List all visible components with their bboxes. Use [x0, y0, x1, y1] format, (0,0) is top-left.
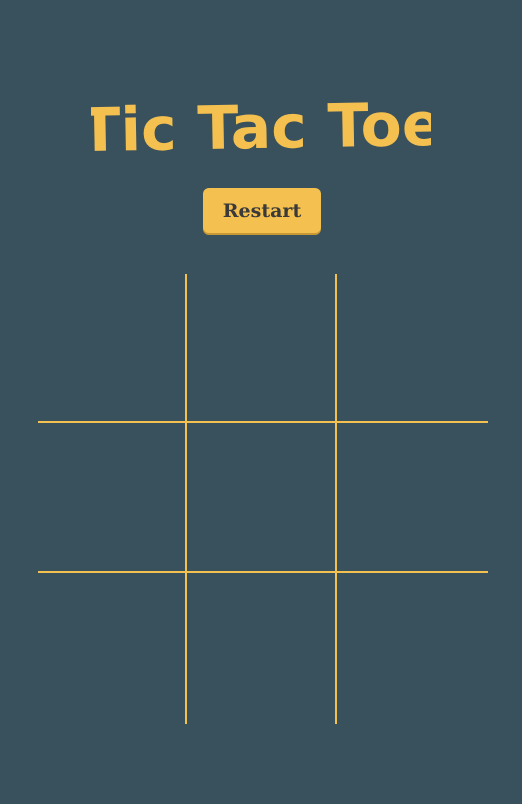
title-lettering: Tic Tac Toe — [91, 90, 431, 166]
board-cell-6[interactable] — [337, 423, 488, 573]
game-board — [38, 274, 488, 724]
title-text: Tic Tac Toe — [91, 90, 431, 166]
board-cell-1[interactable] — [38, 274, 187, 423]
board-cell-8[interactable] — [187, 573, 337, 724]
restart-button[interactable]: Restart — [203, 188, 321, 233]
board-cell-9[interactable] — [337, 573, 488, 724]
board-cell-4[interactable] — [38, 423, 187, 573]
board-cell-2[interactable] — [187, 274, 337, 423]
game-title: Tic Tac Toe — [0, 88, 522, 168]
board-cell-3[interactable] — [337, 274, 488, 423]
board-cell-7[interactable] — [38, 573, 187, 724]
board-cell-5[interactable] — [187, 423, 337, 573]
